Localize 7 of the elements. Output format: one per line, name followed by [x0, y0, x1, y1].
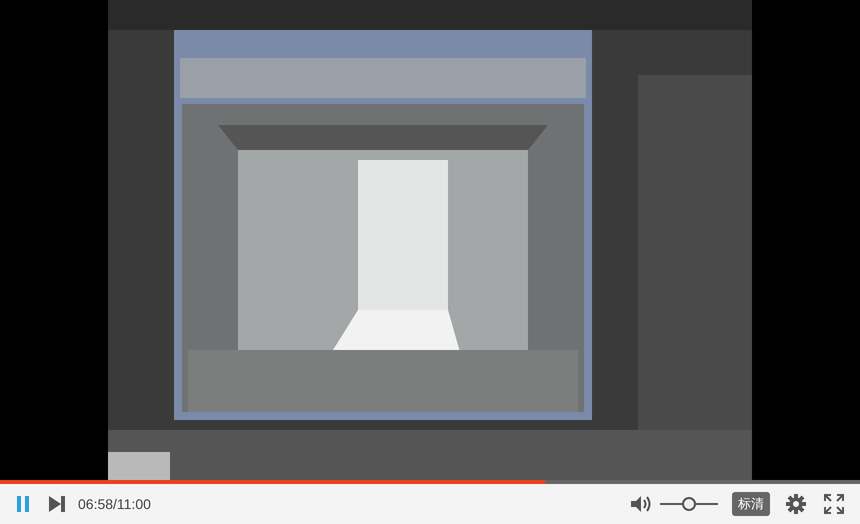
next-button[interactable]	[46, 493, 68, 515]
pause-button[interactable]	[14, 493, 32, 515]
settings-icon[interactable]	[784, 492, 808, 516]
playback-time: 06:58/11:00	[78, 496, 151, 512]
volume-slider[interactable]	[660, 497, 718, 511]
quality-button[interactable]: 标清	[732, 492, 770, 516]
fullscreen-icon[interactable]	[822, 492, 846, 516]
